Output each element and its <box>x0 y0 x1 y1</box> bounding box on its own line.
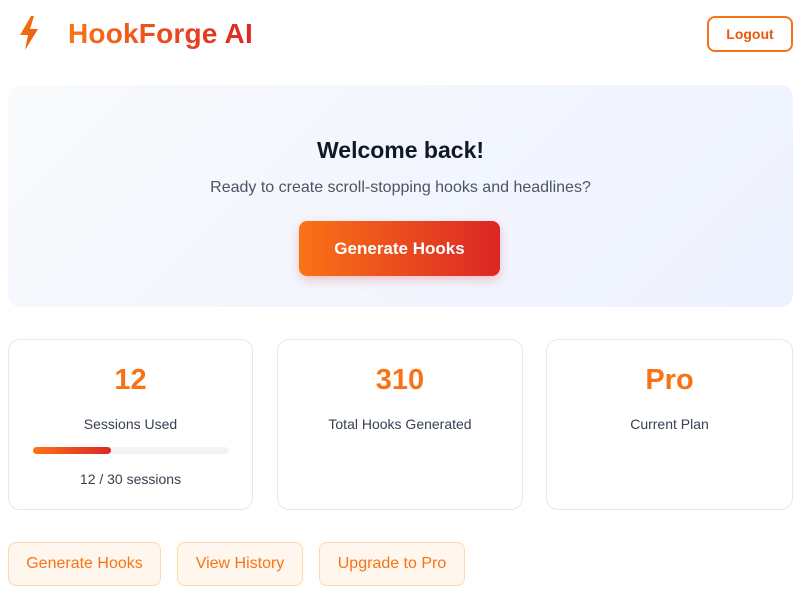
sessions-progress-bar <box>33 447 229 454</box>
total-hooks-card: 310 Total Hooks Generated <box>277 339 523 510</box>
sessions-progress-text: 12 / 30 sessions <box>79 471 182 487</box>
app-header: HookForge AI Logout <box>0 0 800 70</box>
sessions-used-card: 12 Sessions Used 12 / 30 sessions <box>8 339 253 510</box>
view-history-button[interactable]: View History <box>177 542 303 586</box>
sessions-used-value: 12 <box>114 364 147 396</box>
welcome-panel: Welcome back! Ready to create scroll-sto… <box>8 85 793 307</box>
app-name: HookForge AI <box>68 18 253 49</box>
current-plan-card: Pro Current Plan <box>546 339 793 510</box>
welcome-subtitle: Ready to create scroll-stopping hooks an… <box>210 179 591 196</box>
current-plan-value: Pro <box>645 364 694 396</box>
generate-hooks-cta-button[interactable]: Generate Hooks <box>299 221 500 276</box>
total-hooks-value: 310 <box>375 364 425 396</box>
upgrade-to-pro-button[interactable]: Upgrade to Pro <box>319 542 465 586</box>
welcome-title: Welcome back! <box>316 137 485 163</box>
current-plan-label: Current Plan <box>630 416 709 432</box>
generate-hooks-button[interactable]: Generate Hooks <box>8 542 161 586</box>
logout-button[interactable]: Logout <box>707 16 793 52</box>
sessions-progress-fill <box>33 447 112 454</box>
sessions-used-label: Sessions Used <box>83 416 178 432</box>
total-hooks-label: Total Hooks Generated <box>328 416 472 432</box>
lightning-bolt-icon <box>20 16 38 50</box>
